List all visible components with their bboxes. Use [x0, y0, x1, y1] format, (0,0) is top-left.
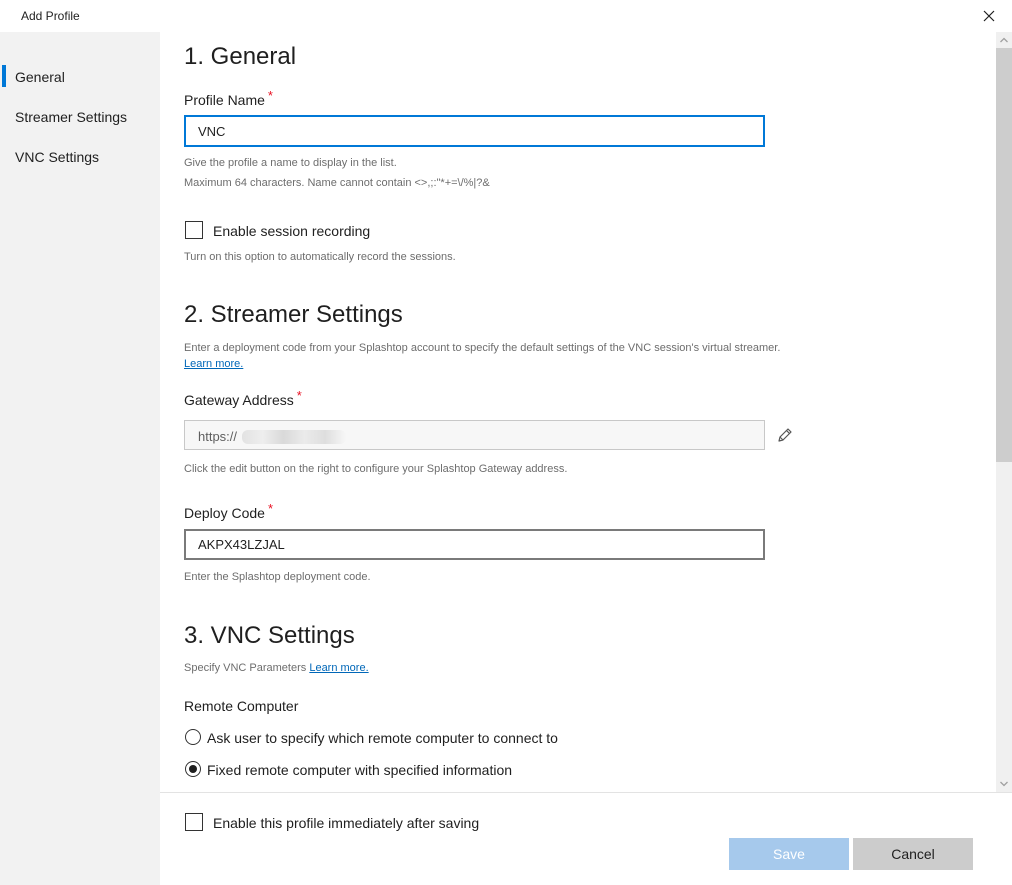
deploy-code-label: Deploy Code * — [184, 501, 273, 521]
required-mark: * — [267, 88, 273, 103]
gateway-address-help: Click the edit button on the right to co… — [184, 463, 568, 475]
remote-computer-label: Remote Computer — [184, 698, 299, 714]
profile-name-value: VNC — [198, 124, 226, 139]
sidebar-item-general[interactable]: General — [0, 62, 160, 92]
vertical-scrollbar[interactable] — [996, 32, 1012, 792]
streamer-description: Enter a deployment code from your Splash… — [184, 342, 781, 354]
enable-profile-label[interactable]: Enable this profile immediately after sa… — [213, 815, 479, 831]
section-heading-streamer-settings: 2. Streamer Settings — [184, 301, 403, 328]
deploy-code-help: Enter the Splashtop deployment code. — [184, 571, 371, 583]
profile-name-input[interactable]: VNC — [184, 115, 765, 147]
required-mark: * — [296, 388, 302, 403]
close-icon — [983, 10, 995, 22]
gateway-address-label: Gateway Address * — [184, 388, 302, 408]
deploy-code-label-text: Deploy Code — [184, 505, 265, 521]
sidebar-item-vnc-settings[interactable]: VNC Settings — [0, 142, 160, 172]
title-bar: Add Profile — [0, 0, 1012, 32]
redacted-address — [242, 430, 346, 444]
gateway-address-label-text: Gateway Address — [184, 392, 294, 408]
required-mark: * — [267, 501, 273, 516]
vnc-learn-more-link[interactable]: Learn more. — [309, 662, 368, 674]
sidebar-item-streamer-settings[interactable]: Streamer Settings — [0, 102, 160, 132]
chevron-down-icon — [1000, 781, 1008, 787]
sidebar-item-label: General — [15, 69, 65, 85]
session-recording-help: Turn on this option to automatically rec… — [184, 251, 456, 263]
vnc-description-line: Specify VNC Parameters Learn more. — [184, 662, 369, 674]
section-heading-vnc-settings: 3. VNC Settings — [184, 622, 355, 649]
enable-session-recording-label[interactable]: Enable session recording — [213, 223, 370, 239]
content-area: 1. General Profile Name * VNC Give the pr… — [160, 32, 996, 792]
scroll-down-button[interactable] — [996, 776, 1012, 792]
save-button[interactable]: Save — [729, 838, 849, 870]
deploy-code-input[interactable]: AKPX43LZJAL — [184, 529, 765, 560]
section-heading-general: 1. General — [184, 43, 297, 70]
profile-name-label: Profile Name * — [184, 88, 273, 108]
deploy-code-value: AKPX43LZJAL — [198, 537, 285, 552]
vnc-description: Specify VNC Parameters — [184, 662, 307, 674]
dialog-footer: Enable this profile immediately after sa… — [160, 792, 1012, 885]
radio-fixed-remote-label[interactable]: Fixed remote computer with specified inf… — [207, 762, 512, 778]
profile-name-rules: Maximum 64 characters. Name cannot conta… — [184, 177, 490, 189]
sidebar-item-label: Streamer Settings — [15, 109, 128, 125]
add-profile-dialog: Add Profile General Streamer Settings VN… — [0, 0, 1012, 885]
pencil-icon — [778, 428, 792, 442]
edit-gateway-button[interactable] — [776, 426, 796, 444]
scrollbar-thumb[interactable] — [996, 48, 1012, 462]
cancel-button[interactable]: Cancel — [853, 838, 973, 870]
enable-profile-checkbox[interactable] — [185, 813, 203, 831]
radio-ask-user-label[interactable]: Ask user to specify which remote compute… — [207, 730, 558, 746]
scroll-up-button[interactable] — [996, 32, 1012, 48]
streamer-learn-more-link[interactable]: Learn more. — [184, 358, 243, 370]
close-button[interactable] — [978, 6, 1000, 26]
radio-fixed-remote[interactable] — [185, 761, 201, 777]
sidebar-item-label: VNC Settings — [15, 149, 100, 165]
enable-session-recording-checkbox[interactable] — [185, 221, 203, 239]
window-title: Add Profile — [21, 9, 80, 23]
profile-name-label-text: Profile Name — [184, 92, 265, 108]
profile-name-help: Give the profile a name to display in th… — [184, 157, 397, 169]
gateway-address-value: https:// — [198, 429, 238, 444]
radio-ask-user[interactable] — [185, 729, 201, 745]
gateway-address-input: https:// — [184, 420, 765, 450]
chevron-up-icon — [1000, 37, 1008, 43]
sidebar: General Streamer Settings VNC Settings — [0, 32, 160, 885]
